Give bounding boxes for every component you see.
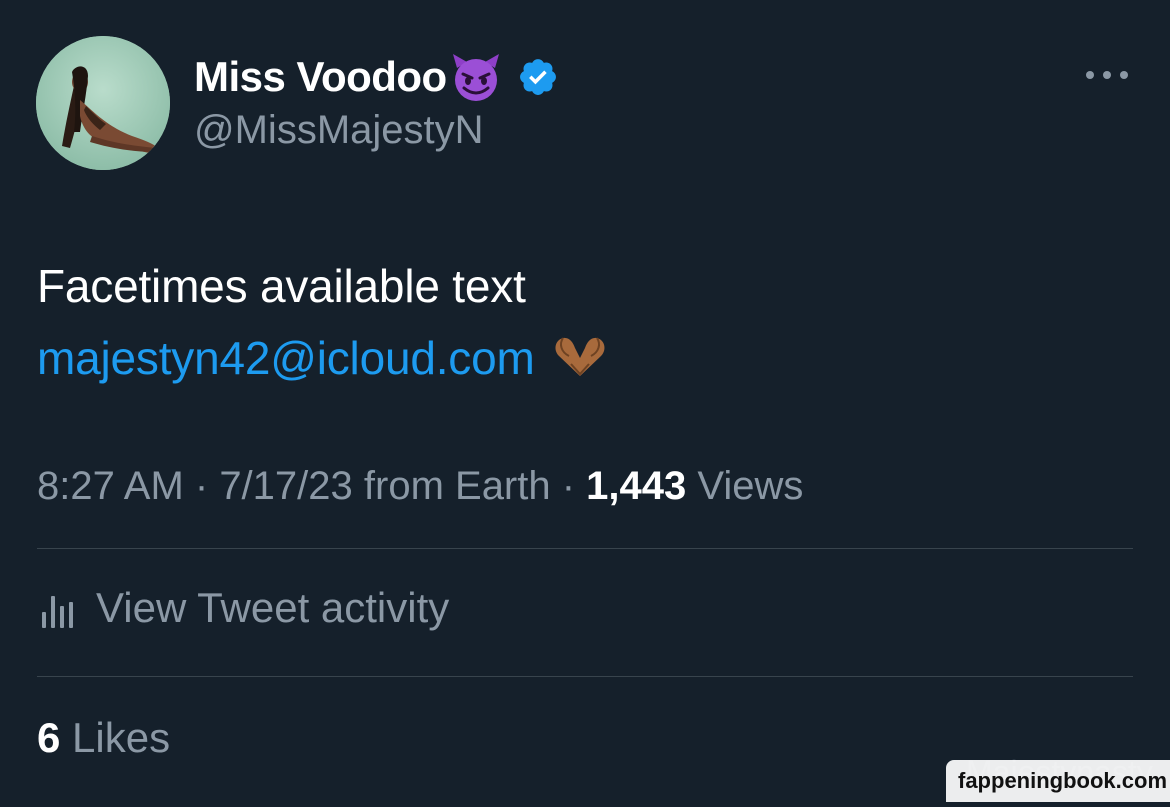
tweet-detail-page: Miss Voodoo @MissMajestyN Facetimes avai… (0, 0, 1170, 807)
views-label: Views (686, 464, 804, 508)
analytics-bar-chart-icon (40, 590, 78, 630)
site-watermark: fappeningbook.com (946, 760, 1170, 802)
divider (37, 676, 1133, 677)
author-display-name[interactable]: Miss Voodoo (194, 56, 447, 98)
smiling-devil-emoji-icon (449, 50, 503, 104)
likes-label: Likes (60, 714, 171, 761)
avatar-photo (36, 36, 170, 170)
view-tweet-activity-button[interactable]: View Tweet activity (40, 582, 449, 634)
email-link[interactable]: majestyn42@icloud.com (37, 332, 535, 384)
heart-hands-emoji-icon (549, 328, 611, 376)
view-tweet-activity-label: View Tweet activity (96, 584, 450, 631)
meta-separator: · (550, 464, 587, 508)
likes-count-link[interactable]: 6 Likes (37, 712, 170, 764)
author-handle[interactable]: @MissMajestyN (194, 110, 484, 150)
tweet-text: Facetimes available text majestyn42@iclo… (37, 250, 611, 394)
tweet-meta: 8:27 AM · 7/17/23 from Earth · 1,443 Vie… (37, 462, 803, 510)
verified-badge-icon[interactable] (517, 56, 559, 98)
views-count: 1,443 (586, 464, 687, 508)
tweet-time[interactable]: 8:27 AM (37, 464, 184, 508)
divider (37, 548, 1133, 549)
more-options-icon[interactable] (1084, 64, 1130, 86)
tweet-text-link-line: majestyn42@icloud.com (37, 322, 611, 394)
meta-separator: · (183, 464, 220, 508)
tweet-text-line: Facetimes available text (37, 260, 526, 312)
tweet-date[interactable]: 7/17/23 (219, 464, 352, 508)
author-avatar[interactable] (36, 36, 170, 170)
author-name-row[interactable]: Miss Voodoo (194, 50, 559, 104)
tweet-source: from Earth (352, 464, 551, 508)
likes-count: 6 (37, 714, 61, 761)
